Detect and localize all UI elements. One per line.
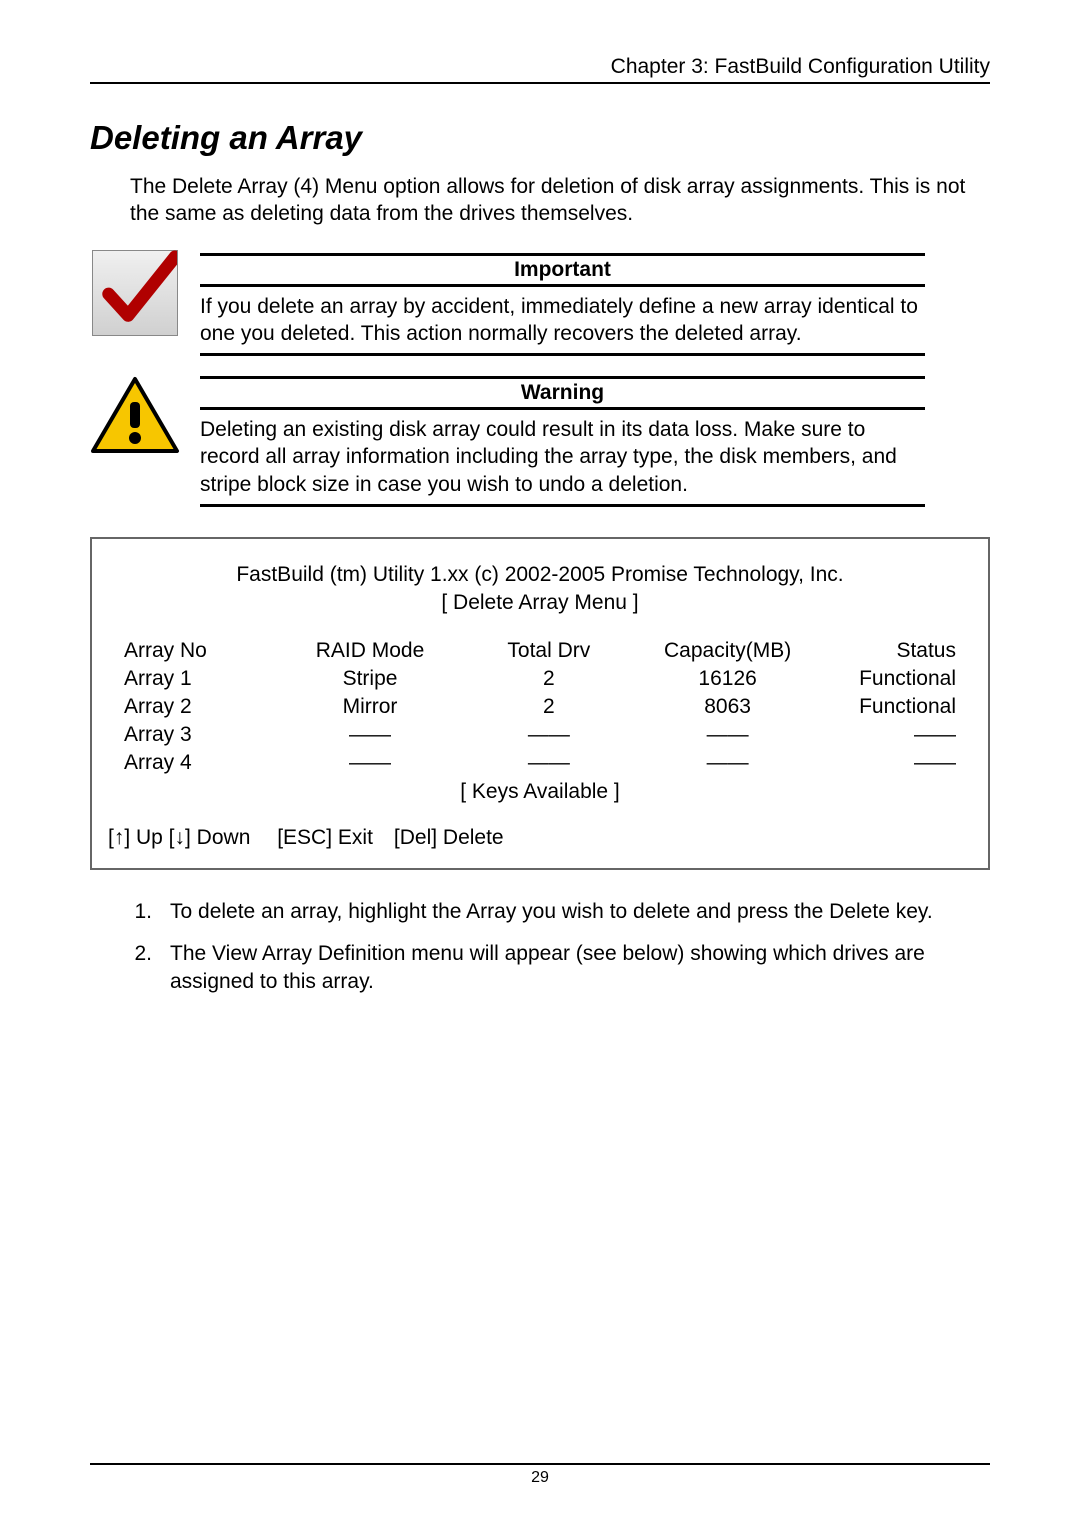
instruction-list: 1. To delete an array, highlight the Arr… — [130, 898, 990, 997]
table-row: Array 3 —— —— —— —— — [94, 722, 986, 748]
bios-keys-title: [ Keys Available ] — [92, 780, 988, 804]
step-number: 2. — [130, 940, 152, 997]
important-title: Important — [200, 253, 925, 287]
important-text: If you delete an array by accident, imme… — [200, 293, 925, 357]
col-raid-mode: RAID Mode — [282, 638, 459, 664]
section-title: Deleting an Array — [90, 119, 990, 157]
table-header-row: Array No RAID Mode Total Drv Capacity(MB… — [94, 638, 986, 664]
callout-important: Important If you delete an array by acci… — [90, 253, 990, 357]
chapter-title: Chapter 3: FastBuild Configuration Utili… — [611, 55, 990, 79]
page-header: Chapter 3: FastBuild Configuration Utili… — [90, 55, 990, 84]
warning-title: Warning — [200, 376, 925, 410]
checkmark-icon — [90, 253, 180, 333]
step-number: 1. — [130, 898, 152, 926]
warning-text: Deleting an existing disk array could re… — [200, 416, 925, 507]
step-text: The View Array Definition menu will appe… — [170, 940, 960, 997]
col-total-drv: Total Drv — [460, 638, 637, 664]
table-row: Array 2 Mirror 2 8063 Functional — [94, 694, 986, 720]
bios-title-line1: FastBuild (tm) Utility 1.xx (c) 2002-200… — [92, 561, 988, 589]
list-item: 2. The View Array Definition menu will a… — [130, 940, 960, 997]
bios-title-line2: [ Delete Array Menu ] — [92, 589, 988, 617]
callout-warning: Warning Deleting an existing disk array … — [90, 376, 990, 507]
bios-array-table: Array No RAID Mode Total Drv Capacity(MB… — [92, 636, 988, 778]
page-number: 29 — [531, 1469, 549, 1486]
bios-screen: FastBuild (tm) Utility 1.xx (c) 2002-200… — [90, 537, 990, 870]
table-row: Array 4 —— —— —— —— — [94, 750, 986, 776]
col-array-no: Array No — [94, 638, 280, 664]
step-text: To delete an array, highlight the Array … — [170, 898, 960, 926]
table-row: Array 1 Stripe 2 16126 Functional — [94, 666, 986, 692]
col-capacity: Capacity(MB) — [639, 638, 816, 664]
list-item: 1. To delete an array, highlight the Arr… — [130, 898, 960, 926]
bios-keys-hint: [↑] Up [↓] Down [ESC] Exit [Del] Delete — [92, 804, 988, 850]
col-status: Status — [818, 638, 986, 664]
intro-paragraph: The Delete Array (4) Menu option allows … — [130, 173, 990, 228]
warning-icon — [90, 376, 180, 456]
page-footer: 29 — [90, 1463, 990, 1487]
